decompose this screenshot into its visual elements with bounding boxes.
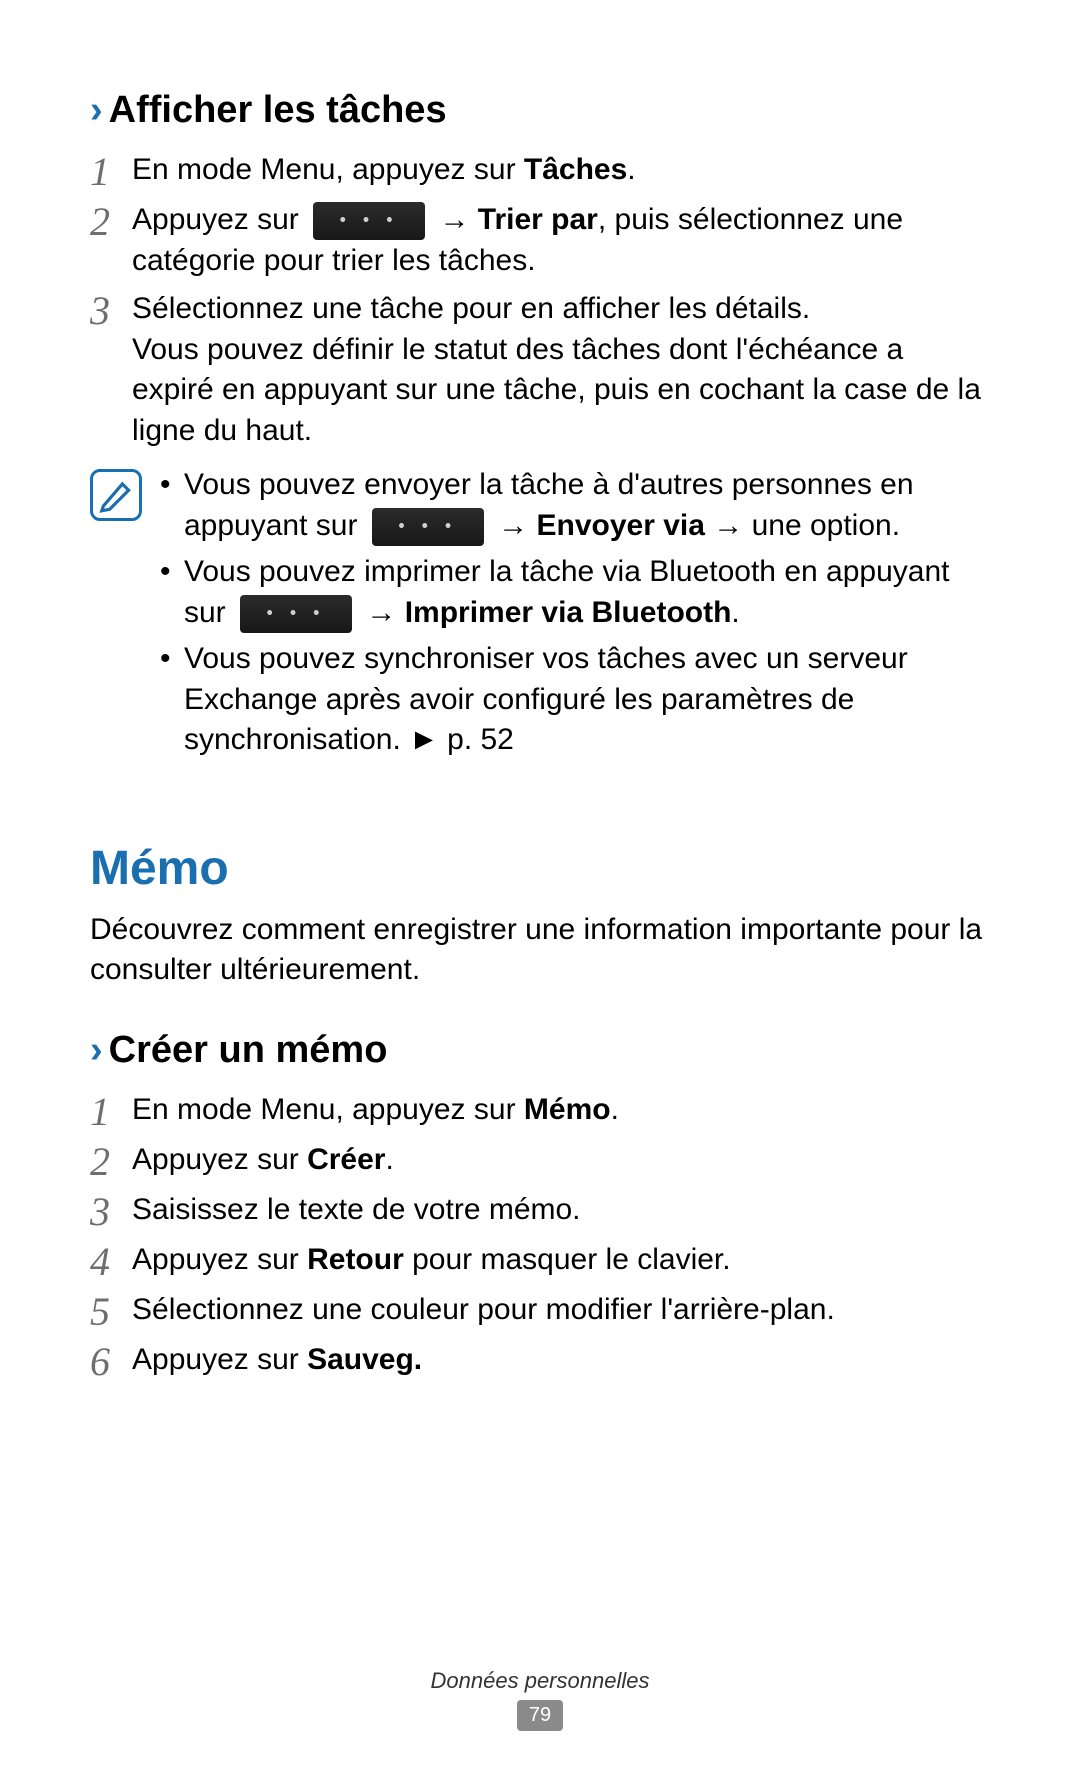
text: .: [731, 596, 739, 629]
bold-text: Envoyer via: [536, 509, 704, 542]
step-number: 1: [90, 150, 132, 192]
footer-category: Données personnelles: [0, 1666, 1080, 1696]
chevron-icon: ›: [90, 89, 103, 131]
sub-heading-create-memo: ›Créer un mémo: [90, 1025, 990, 1076]
text: →: [498, 509, 536, 542]
options-icon: [372, 508, 484, 546]
page-number-badge: 79: [517, 1700, 563, 1731]
step-number: 3: [90, 1190, 132, 1232]
step-row: 1 En mode Menu, appuyez sur Mémo.: [90, 1090, 990, 1132]
step-number: 1: [90, 1090, 132, 1132]
section-title-memo: Mémo: [90, 837, 990, 902]
step-body: Appuyez sur Retour pour masquer le clavi…: [132, 1240, 990, 1281]
text: En mode Menu, appuyez sur: [132, 153, 524, 186]
bullet-body: Vous pouvez synchroniser vos tâches avec…: [184, 639, 990, 761]
bold-text: Mémo: [524, 1093, 611, 1126]
text: Appuyez sur: [132, 203, 307, 236]
heading-text: Créer un mémo: [109, 1029, 388, 1071]
step-body: Appuyez sur Sauveg.: [132, 1340, 990, 1381]
sub-heading-tasks: ›Afficher les tâches: [90, 85, 990, 136]
text: .: [385, 1143, 393, 1176]
bullet-body: Vous pouvez imprimer la tâche via Blueto…: [184, 552, 990, 633]
text: Vous pouvez définir le statut des tâches…: [132, 330, 990, 452]
step-body: Saisissez le texte de votre mémo.: [132, 1190, 990, 1231]
bold-text: Tâches: [524, 153, 627, 186]
note-bullet: • Vous pouvez envoyer la tâche à d'autre…: [160, 465, 990, 546]
text: En mode Menu, appuyez sur: [132, 1093, 524, 1126]
heading-text: Afficher les tâches: [109, 89, 447, 131]
step-row: 3 Saisissez le texte de votre mémo.: [90, 1190, 990, 1232]
step-body: En mode Menu, appuyez sur Mémo.: [132, 1090, 990, 1131]
text: →: [366, 596, 404, 629]
step-number: 5: [90, 1290, 132, 1332]
manual-page: ›Afficher les tâches 1 En mode Menu, app…: [0, 0, 1080, 1771]
text: .: [627, 153, 635, 186]
text: Sélectionnez une tâche pour en afficher …: [132, 289, 990, 330]
text: Appuyez sur: [132, 1243, 307, 1276]
step-row: 4 Appuyez sur Retour pour masquer le cla…: [90, 1240, 990, 1282]
bullet-icon: •: [160, 465, 184, 546]
step-row: 1 En mode Menu, appuyez sur Tâches.: [90, 150, 990, 192]
bold-text: Retour: [307, 1243, 404, 1276]
text: → une option.: [705, 509, 900, 542]
bullet-icon: •: [160, 639, 184, 761]
step-body: En mode Menu, appuyez sur Tâches.: [132, 150, 990, 191]
note-bullet: • Vous pouvez imprimer la tâche via Blue…: [160, 552, 990, 633]
step-body: Sélectionnez une couleur pour modifier l…: [132, 1290, 990, 1331]
step-body: Appuyez sur Créer.: [132, 1140, 990, 1181]
bold-text: → Trier par: [439, 203, 597, 236]
note-icon: [90, 469, 142, 521]
step-number: 2: [90, 200, 132, 242]
note-list: • Vous pouvez envoyer la tâche à d'autre…: [160, 465, 990, 767]
text: pour masquer le clavier.: [404, 1243, 731, 1276]
bold-text: Créer: [307, 1143, 385, 1176]
bullet-icon: •: [160, 552, 184, 633]
step-number: 3: [90, 289, 132, 331]
note-block: • Vous pouvez envoyer la tâche à d'autre…: [90, 465, 990, 767]
step-row: 3 Sélectionnez une tâche pour en affiche…: [90, 289, 990, 451]
options-icon: [313, 202, 425, 240]
step-number: 2: [90, 1140, 132, 1182]
step-row: 2 Appuyez sur → Trier par, puis sélectio…: [90, 200, 990, 281]
step-number: 4: [90, 1240, 132, 1282]
step-body: Appuyez sur → Trier par, puis sélectionn…: [132, 200, 990, 281]
text: Appuyez sur: [132, 1343, 307, 1376]
page-footer: Données personnelles 79: [0, 1666, 1080, 1731]
bold-text: Imprimer via Bluetooth: [405, 596, 732, 629]
step-row: 5 Sélectionnez une couleur pour modifier…: [90, 1290, 990, 1332]
chevron-icon: ›: [90, 1029, 103, 1071]
step-number: 6: [90, 1340, 132, 1382]
step-row: 2 Appuyez sur Créer.: [90, 1140, 990, 1182]
bold-text: Sauveg.: [307, 1343, 422, 1376]
options-icon: [240, 595, 352, 633]
step-row: 6 Appuyez sur Sauveg.: [90, 1340, 990, 1382]
section-intro: Découvrez comment enregistrer une inform…: [90, 910, 990, 991]
note-bullet: • Vous pouvez synchroniser vos tâches av…: [160, 639, 990, 761]
text: .: [611, 1093, 619, 1126]
bullet-body: Vous pouvez envoyer la tâche à d'autres …: [184, 465, 990, 546]
step-body: Sélectionnez une tâche pour en afficher …: [132, 289, 990, 451]
text: Appuyez sur: [132, 1143, 307, 1176]
